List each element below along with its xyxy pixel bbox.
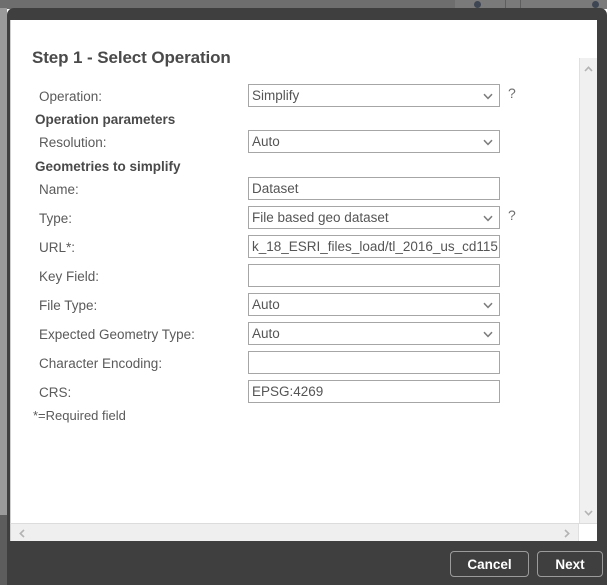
chrome-icon (592, 1, 599, 8)
select-file-type[interactable]: Auto (248, 293, 500, 316)
select-resolution[interactable]: Auto (248, 130, 500, 153)
required-field-note: *=Required field (33, 408, 126, 423)
select-expected-geometry-type[interactable]: Auto (248, 322, 500, 345)
help-icon-operation[interactable]: ? (508, 85, 516, 101)
value-name: Dataset (252, 181, 299, 196)
cancel-button[interactable]: Cancel (450, 551, 529, 577)
dialog-content: Step 1 - Select Operation Operation: Simp… (11, 20, 590, 510)
value-type: File based geo dataset (252, 210, 389, 225)
form-row-name: Name: Dataset (11, 177, 590, 205)
select-operation[interactable]: Simplify (248, 84, 500, 107)
input-character-encoding[interactable] (248, 351, 500, 374)
value-resolution: Auto (252, 134, 280, 149)
next-button[interactable]: Next (537, 551, 603, 577)
input-name[interactable]: Dataset (248, 177, 500, 200)
value-expected-geometry-type: Auto (252, 326, 280, 341)
page-title: Step 1 - Select Operation (32, 48, 231, 67)
value-crs: EPSG:4269 (252, 384, 324, 399)
section-header-operation-parameters: Operation parameters (35, 112, 176, 127)
chevron-down-icon (483, 215, 493, 222)
scroll-down-icon[interactable] (580, 504, 597, 521)
form-row-expected-geometry-type: Expected Geometry Type: Auto (11, 322, 590, 350)
label-key-field: Key Field: (39, 269, 100, 284)
form-row-key-field: Key Field: (11, 264, 590, 292)
vertical-scrollbar[interactable] (579, 58, 597, 523)
label-resolution: Resolution: (39, 135, 107, 150)
label-file-type: File Type: (39, 298, 98, 313)
chevron-down-icon (483, 331, 493, 338)
chevron-down-icon (483, 302, 493, 309)
dialog-footer: Cancel Next (7, 541, 607, 585)
form-row-character-encoding: Character Encoding: (11, 351, 590, 379)
scroll-right-icon[interactable] (558, 524, 575, 542)
page-left-strip (0, 8, 7, 585)
input-crs[interactable]: EPSG:4269 (248, 380, 500, 403)
wizard-dialog: Step 1 - Select Operation Operation: Simp… (7, 8, 607, 585)
help-icon-type[interactable]: ? (508, 207, 516, 223)
chevron-down-icon (483, 93, 493, 100)
form-row-type: Type: File based geo dataset? (11, 206, 590, 234)
label-type: Type: (39, 211, 73, 226)
form-row-operation: Operation: Simplify? (11, 84, 590, 112)
input-key-field[interactable] (248, 264, 500, 287)
input-url[interactable]: k_18_ESRI_files_load/tl_2016_us_cd115.zi… (248, 235, 500, 258)
form-row-file-type: File Type: Auto (11, 293, 590, 321)
scroll-left-icon[interactable] (13, 524, 30, 542)
select-type[interactable]: File based geo dataset (248, 206, 500, 229)
scroll-up-icon[interactable] (580, 60, 597, 77)
page-left-strip-lower (0, 515, 7, 585)
form-row-crs: CRS: EPSG:4269 (11, 380, 590, 408)
screen: Step 1 - Select Operation Operation: Simp… (0, 0, 607, 585)
chrome-icon (474, 1, 481, 8)
label-character-encoding: Character Encoding: (39, 356, 163, 371)
label-operation: Operation: (39, 89, 103, 104)
value-file-type: Auto (252, 297, 280, 312)
horizontal-scrollbar[interactable] (10, 523, 597, 542)
section-header-geometries-to-simplify: Geometries to simplify (35, 159, 181, 174)
dialog-scroll-body: Step 1 - Select Operation Operation: Simp… (10, 20, 597, 523)
scrollbar-corner (578, 524, 597, 542)
form-row-resolution: Resolution: Auto (11, 130, 590, 158)
value-operation: Simplify (252, 88, 300, 103)
form-row-url: URL*: k_18_ESRI_files_load/tl_2016_us_cd1… (11, 235, 590, 263)
chevron-down-icon (483, 139, 493, 146)
value-url: k_18_ESRI_files_load/tl_2016_us_cd115.zi… (252, 239, 500, 254)
label-expected-geometry-type: Expected Geometry Type: (39, 327, 195, 342)
label-crs: CRS: (39, 385, 72, 400)
label-name: Name: (39, 182, 79, 197)
label-url: URL*: (39, 240, 76, 255)
